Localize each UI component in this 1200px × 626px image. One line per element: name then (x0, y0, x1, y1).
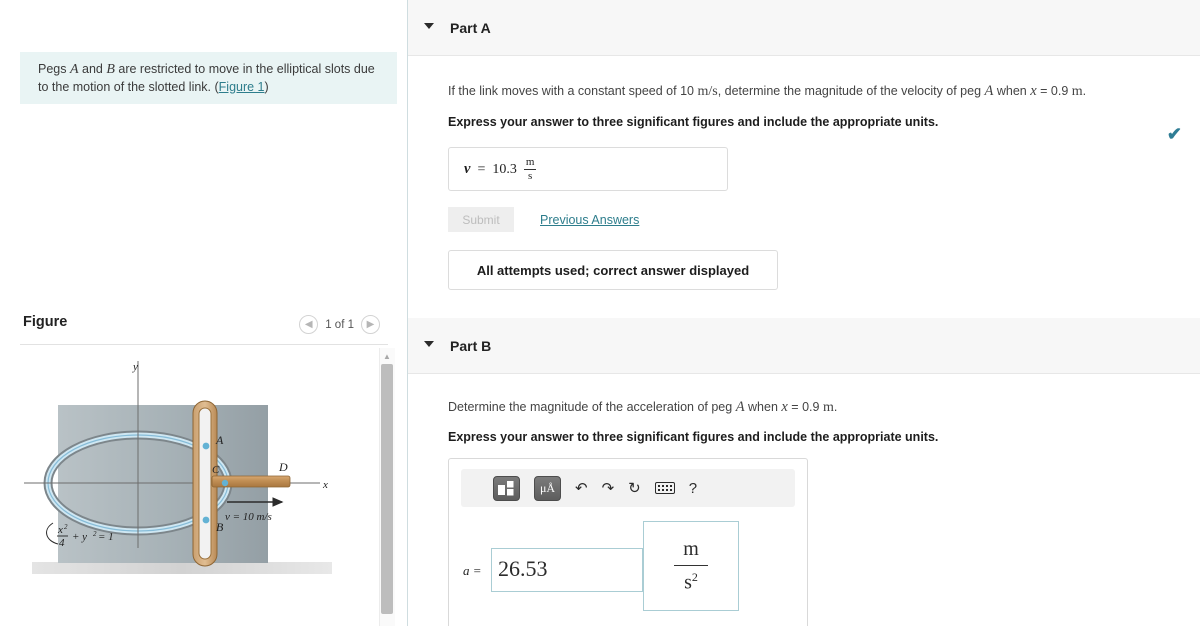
part-a-instruction: Express your answer to three significant… (448, 115, 939, 129)
part-a-unit: m s (523, 156, 537, 182)
math-toolbar: μÅ ↶ ↷ ↻ ? (461, 469, 795, 507)
pa-q-t1: If the link moves with a constant speed … (448, 84, 698, 98)
point-c-label: C (212, 464, 220, 476)
page-root: Pegs A and B are restricted to move in t… (0, 0, 1200, 626)
pb-q-t1: Determine the magnitude of the accelerat… (448, 400, 736, 414)
pa-q-t4: = 0.9 (1036, 84, 1072, 98)
part-a-feedback-text: All attempts used; correct answer displa… (476, 262, 750, 278)
part-b-variable-label: a = (463, 563, 482, 578)
figure-svg: y x A B C D v = 10 m/s x 2 4 + y 2 = 1 (24, 361, 332, 574)
part-b-entry-row: a = 26.53 m s2 (449, 521, 807, 617)
part-b-unit-input[interactable]: m s2 (643, 521, 739, 611)
part-a-actions: Submit Previous Answers (448, 207, 1200, 232)
figure-diagram: y x A B C D v = 10 m/s x 2 4 + y 2 = 1 (20, 348, 378, 626)
statement-text-end: ) (264, 79, 269, 94)
pb-q-u1: m (822, 400, 834, 415)
unit-icon-label: μÅ (539, 480, 556, 495)
pb-q-t4: . (833, 400, 838, 414)
unit-entry-icon[interactable]: μÅ (534, 475, 561, 501)
pb-q-t3: = 0.9 (787, 400, 823, 414)
figure-nav: ◀ 1 of 1 ▶ (299, 315, 380, 334)
figure-counter: 1 of 1 (325, 318, 354, 331)
part-a-equals: = (477, 161, 486, 177)
part-b-unit-denominator-wrap: s2 (684, 569, 698, 594)
undo-arrow-icon[interactable]: ↶ (575, 479, 588, 497)
part-b-unit-numerator: m (683, 537, 699, 560)
figure-scroll-thumb[interactable] (381, 364, 393, 614)
statement-text-mid: and (78, 62, 107, 76)
math-template-icon[interactable] (493, 475, 520, 501)
statement-var-b: B (106, 62, 115, 77)
part-a-submit-button[interactable]: Submit (448, 207, 514, 232)
part-a-unit-denominator: s (527, 170, 533, 182)
pb-q-t2: when (744, 400, 782, 414)
pa-q-u2: m (1071, 84, 1083, 99)
figure-1-link[interactable]: Figure 1 (219, 80, 265, 94)
velocity-label: v = 10 m/s (225, 511, 272, 523)
pa-q-t3: when (993, 84, 1031, 98)
point-d-label: D (278, 460, 288, 474)
svg-text:+ y: + y (72, 531, 87, 543)
keyboard-icon[interactable] (654, 482, 675, 494)
content-panel: Part A ✔ If the link moves with a consta… (408, 0, 1200, 626)
pa-q-t2: , determine the magnitude of the velocit… (717, 84, 985, 98)
svg-text:2: 2 (93, 530, 97, 538)
figure-title: Figure (23, 314, 68, 330)
chevron-right-icon[interactable]: ▶ (361, 315, 380, 334)
redo-arrow-icon[interactable]: ↷ (602, 479, 615, 497)
pb-q-v1: A (735, 399, 745, 415)
statement-var-a: A (69, 62, 79, 77)
part-b-body: Determine the magnitude of the accelerat… (408, 398, 1200, 626)
part-a-previous-answers-link[interactable]: Previous Answers (540, 213, 639, 227)
part-b-label: Part B (450, 338, 492, 354)
triangle-up-icon[interactable]: ▲ (379, 349, 395, 363)
pa-q-t5: . (1082, 84, 1087, 98)
part-a-unit-numerator: m (525, 156, 535, 168)
problem-statement: Pegs A and B are restricted to move in t… (20, 52, 397, 104)
figure-divider (20, 344, 388, 345)
part-a-label: Part A (450, 20, 491, 36)
caret-down-icon[interactable] (424, 23, 434, 29)
part-a-answer-field[interactable]: v = 10.3 m s (448, 147, 728, 191)
reset-circle-icon[interactable]: ↻ (628, 479, 641, 497)
peg-b-label: B (216, 520, 224, 534)
part-b-unit-fraction: m s2 (674, 538, 708, 595)
part-a-feedback-box: All attempts used; correct answer displa… (448, 250, 778, 290)
axis-x-label: x (322, 479, 328, 491)
part-a-value: 10.3 (492, 161, 517, 177)
svg-text:x: x (57, 524, 63, 536)
part-b-value-input[interactable]: 26.53 (491, 548, 643, 592)
part-a-answer-content: v = 10.3 m s (464, 156, 537, 182)
svg-text:4: 4 (59, 537, 65, 549)
axis-y-label: y (132, 361, 138, 373)
left-panel: Pegs A and B are restricted to move in t… (0, 0, 408, 626)
statement-text-before: Pegs (38, 62, 70, 76)
part-b-instruction: Express your answer to three significant… (448, 430, 939, 444)
part-a-header[interactable]: Part A (408, 0, 1200, 56)
part-b-answer-widget: μÅ ↶ ↷ ↻ ? a = 26.53 m s2 (448, 458, 808, 626)
part-b-header[interactable]: Part B (408, 318, 1200, 374)
part-a-variable: v (464, 161, 471, 177)
svg-text:2: 2 (64, 523, 68, 531)
peg-a-label: A (215, 433, 224, 447)
chevron-left-icon[interactable]: ◀ (299, 315, 319, 334)
part-a-body: ✔ If the link moves with a constant spee… (408, 82, 1200, 290)
help-icon[interactable]: ? (689, 480, 697, 497)
svg-text:= 1: = 1 (98, 531, 114, 543)
unit-fraction-bar (674, 564, 708, 566)
part-b-question: Determine the magnitude of the accelerat… (448, 398, 1200, 417)
caret-down-icon[interactable] (424, 341, 434, 347)
part-b-value: 26.53 (498, 556, 548, 581)
check-mark-icon: ✔ (1166, 124, 1182, 144)
part-a-question: If the link moves with a constant speed … (448, 82, 1200, 101)
pa-q-u1: m/s (697, 84, 718, 99)
